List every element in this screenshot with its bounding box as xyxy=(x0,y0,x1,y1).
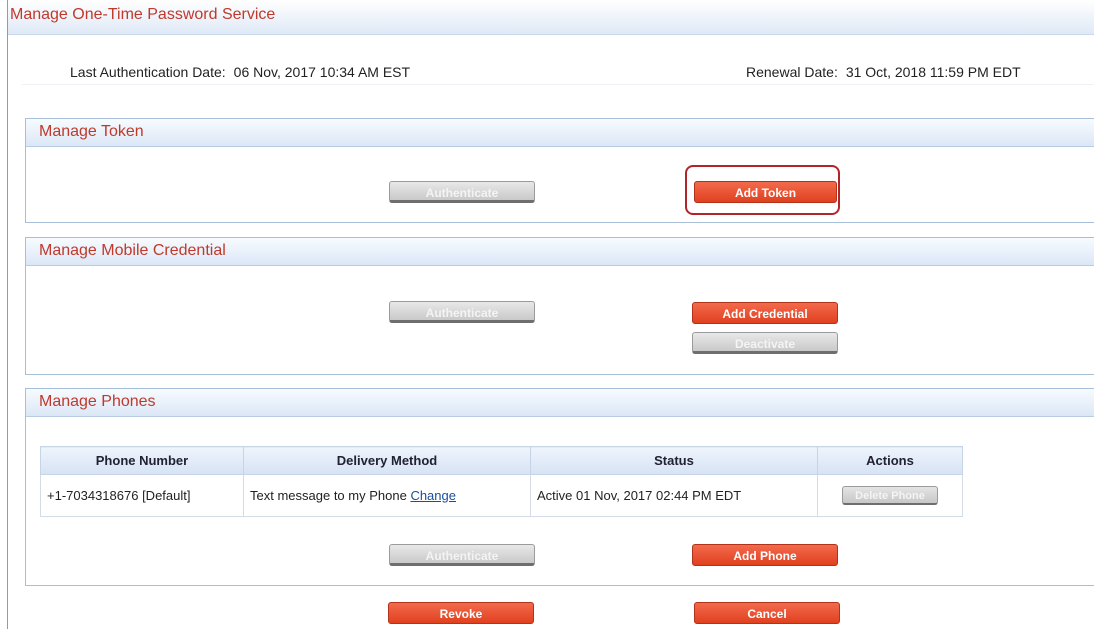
renewal-label: Renewal Date: xyxy=(746,64,838,80)
add-token-button[interactable]: Add Token xyxy=(694,181,837,203)
actions-cell: Delete Phone xyxy=(817,474,963,517)
table-row: +1-7034318676 [Default] Text message to … xyxy=(40,474,963,517)
revoke-button[interactable]: Revoke xyxy=(388,602,534,624)
manage-mobile-title: Manage Mobile Credential xyxy=(39,242,226,259)
manage-phones-header: Manage Phones xyxy=(26,389,1094,417)
delete-phone-button[interactable]: Delete Phone xyxy=(842,486,938,505)
phone-number-cell: +1-7034318676 [Default] xyxy=(40,474,244,517)
manage-token-panel: Manage Token Authenticate Add Token xyxy=(25,118,1094,223)
phones-authenticate-button[interactable]: Authenticate xyxy=(389,544,535,566)
phones-table: Phone Number Delivery Method Status Acti… xyxy=(40,446,963,517)
table-header-row: Phone Number Delivery Method Status Acti… xyxy=(40,446,963,475)
cancel-button[interactable]: Cancel xyxy=(694,602,840,624)
page-header: Manage One-Time Password Service xyxy=(8,0,1094,35)
manage-token-header: Manage Token xyxy=(26,119,1094,147)
column-status: Status xyxy=(530,446,818,475)
delivery-method-cell: Text message to my Phone Change xyxy=(243,474,531,517)
last-authentication-info: Last Authentication Date: 06 Nov, 2017 10… xyxy=(70,64,410,80)
delivery-method-text: Text message to my Phone xyxy=(250,488,407,503)
manage-phones-title: Manage Phones xyxy=(39,393,156,410)
column-actions: Actions xyxy=(817,446,963,475)
status-cell: Active 01 Nov, 2017 02:44 PM EDT xyxy=(530,474,818,517)
renewal-value: 31 Oct, 2018 11:59 PM EDT xyxy=(845,64,1021,80)
last-auth-label: Last Authentication Date: xyxy=(70,64,226,80)
window-left-border xyxy=(7,0,8,629)
add-credential-button[interactable]: Add Credential xyxy=(692,302,838,324)
page-title: Manage One-Time Password Service xyxy=(10,6,276,23)
token-authenticate-button[interactable]: Authenticate xyxy=(389,181,535,203)
manage-mobile-credential-panel: Manage Mobile Credential Authenticate Ad… xyxy=(25,237,1094,375)
manage-mobile-header: Manage Mobile Credential xyxy=(26,238,1094,266)
change-delivery-link[interactable]: Change xyxy=(410,488,456,503)
info-divider xyxy=(22,84,1094,85)
manage-token-title: Manage Token xyxy=(39,123,144,140)
renewal-info: Renewal Date: 31 Oct, 2018 11:59 PM EDT xyxy=(746,64,1021,80)
mobile-authenticate-button[interactable]: Authenticate xyxy=(389,301,535,323)
manage-phones-panel: Manage Phones Phone Number Delivery Meth… xyxy=(25,388,1094,586)
deactivate-button[interactable]: Deactivate xyxy=(692,332,838,354)
last-auth-value: 06 Nov, 2017 10:34 AM EST xyxy=(233,64,411,80)
column-phone-number: Phone Number xyxy=(40,446,244,475)
add-phone-button[interactable]: Add Phone xyxy=(692,544,838,566)
column-delivery-method: Delivery Method xyxy=(243,446,531,475)
